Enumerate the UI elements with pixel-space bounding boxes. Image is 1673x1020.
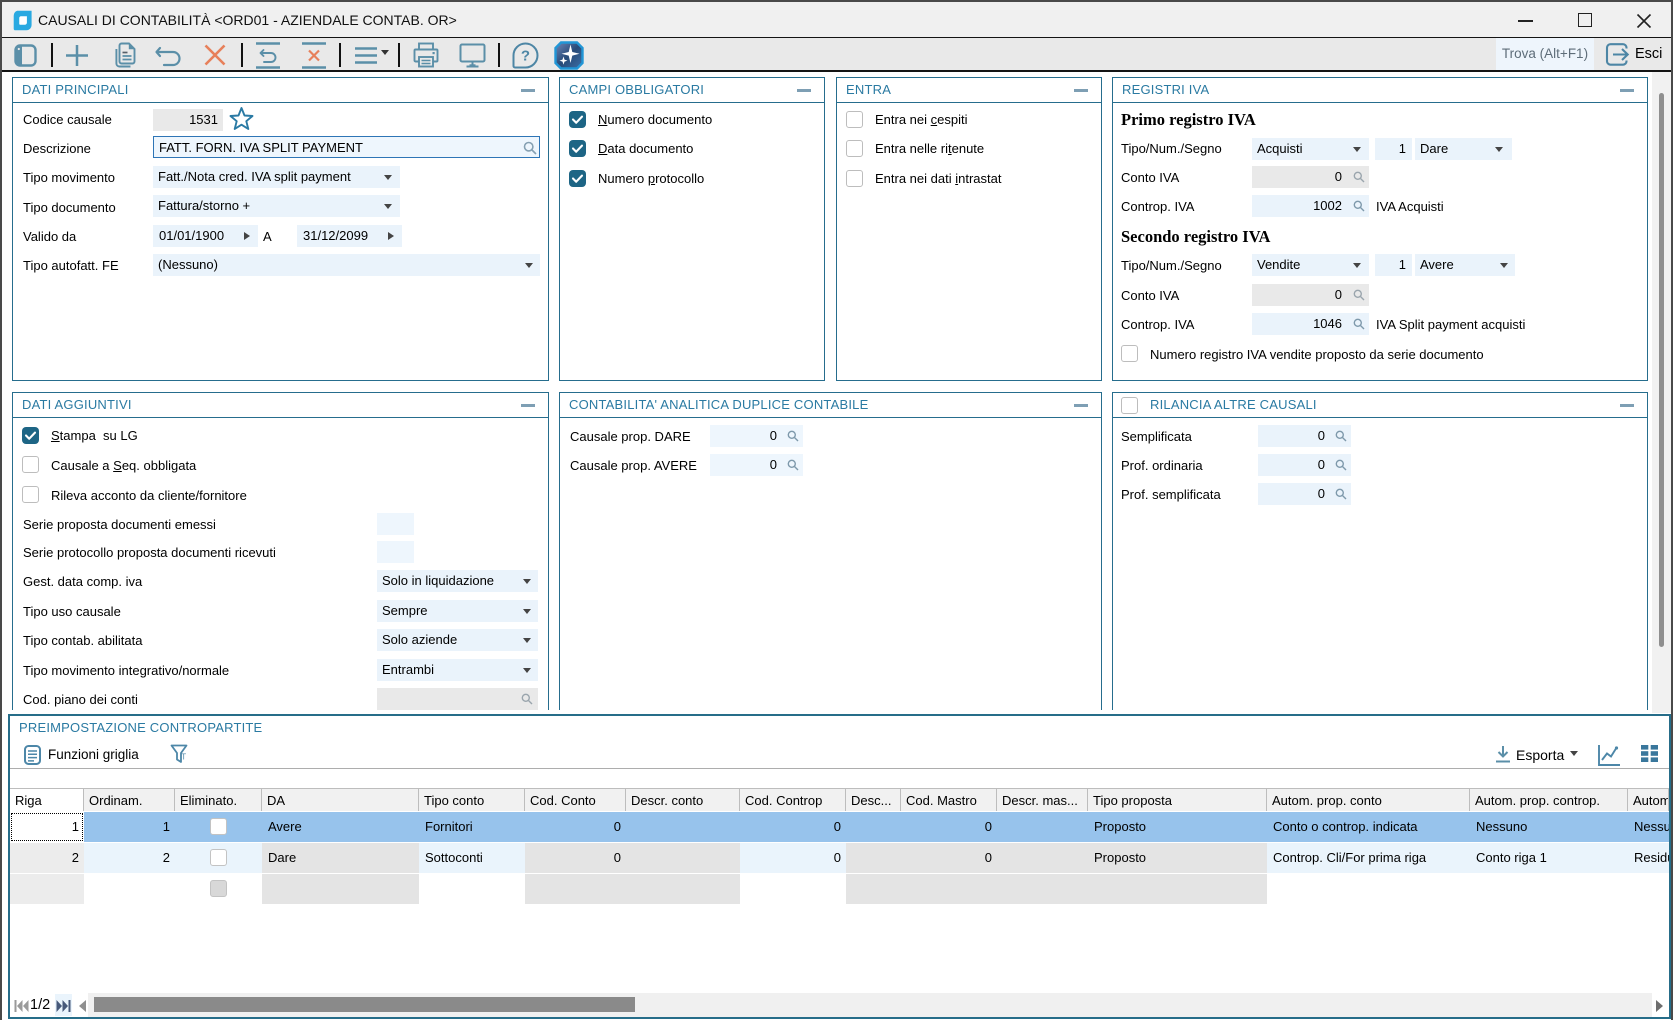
svg-text:?: ? — [521, 48, 530, 65]
svg-text:T: T — [181, 753, 186, 762]
